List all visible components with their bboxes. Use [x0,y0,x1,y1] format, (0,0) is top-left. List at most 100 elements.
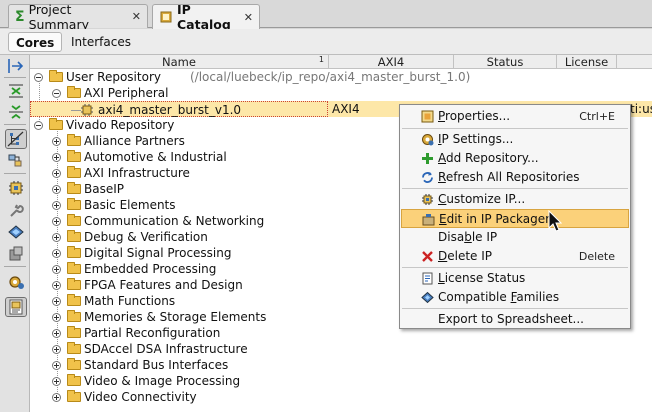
tree-label: BaseIP [84,182,124,196]
menu-item-delete-ip[interactable]: Delete IP Delete [401,247,629,266]
ip-settings-icon [422,134,434,146]
tree-row-user-repository[interactable]: User Repository (/local/luebeck/ip_repo/… [30,69,652,85]
menu-item-add-repository[interactable]: Add Repository... [401,149,629,168]
tab-ip-catalog[interactable]: IP Catalog ✕ [152,2,260,32]
folder-icon [67,230,81,242]
sigma-icon: Σ [15,8,25,25]
expand-toggle-icon[interactable] [52,217,61,226]
ip-core-icon [81,104,93,116]
menu-item-disable-ip[interactable]: Disable IP [401,228,629,247]
column-header-license[interactable]: License [557,55,617,69]
collapse-toggle-icon[interactable] [52,89,61,98]
folder-icon [67,262,81,274]
expand-toggle-icon[interactable] [52,153,61,162]
folder-icon [67,182,81,194]
menu-item-compatible-families[interactable]: Compatible Families [401,288,629,307]
expand-toggle-icon[interactable] [52,137,61,146]
folder-icon [67,374,81,386]
expand-toggle-icon[interactable] [52,169,61,178]
package-icon[interactable] [6,245,26,263]
expand-toggle-icon[interactable] [52,233,61,242]
tree-row-axi-peripheral[interactable]: AXI Peripheral [30,85,652,101]
license-cell: ti:us [630,102,652,116]
menu-accelerator: Ctrl+E [579,110,615,123]
folder-icon [67,390,81,402]
expand-toggle-icon[interactable] [52,313,61,322]
tab-label: Project Summary [28,1,89,32]
ip-details-icon[interactable] [5,297,27,317]
tree-label: Basic Elements [84,198,176,212]
tab-label: IP Catalog [177,2,231,32]
collapse-all-icon[interactable] [6,57,26,75]
group-icon[interactable] [6,152,26,170]
tab-project-summary[interactable]: Σ Project Summary ✕ [8,2,148,32]
tree-label: Math Functions [84,294,176,308]
folder-icon [67,166,81,178]
expand-toggle-icon[interactable] [52,393,61,402]
menu-item-properties[interactable]: Properties... Ctrl+E [401,107,629,126]
wrench-icon[interactable] [6,201,26,219]
tree-label: Video & Image Processing [84,374,241,388]
expand-toggle-icon[interactable] [52,201,61,210]
menu-item-customize-ip[interactable]: Customize IP... [401,190,629,209]
menu-item-export-to-spreadsheet[interactable]: Export to Spreadsheet... [401,310,629,329]
tree-row-selected-ip[interactable]: axi4_master_burst_v1.0 [30,101,328,117]
column-header-status[interactable]: Status [454,55,557,69]
close-icon[interactable]: ✕ [244,11,253,24]
folder-icon [67,358,81,370]
menu-item-refresh-all-repositories[interactable]: Refresh All Repositories [401,168,629,187]
expand-toggle-icon[interactable] [52,377,61,386]
folder-icon [67,134,81,146]
tree-label: Digital Signal Processing [84,246,232,260]
folder-icon [67,342,81,354]
tree-row-category[interactable]: SDAccel DSA Infrastructure [30,341,652,357]
packager-icon [422,214,435,226]
tree-label: Vivado Repository [66,118,175,132]
add-icon [422,153,433,164]
tab-cores[interactable]: Cores [8,32,63,52]
expand-toggle-icon[interactable] [52,265,61,274]
expand-toggle-icon[interactable] [52,329,61,338]
close-icon[interactable]: ✕ [132,10,141,23]
expand-toggle-icon[interactable] [52,345,61,354]
expand-all-icon[interactable] [6,82,26,100]
folder-icon [49,118,63,130]
axi4-cell: AXI4 [332,102,360,116]
settings-gear-icon[interactable] [6,273,26,291]
tree-label: Video Connectivity [84,390,197,404]
folder-icon [49,70,63,82]
tree-row-category[interactable]: Video Connectivity [30,389,652,405]
tree-label: Communication & Networking [84,214,265,228]
collapse-toggle-icon[interactable] [34,121,43,130]
customize-icon [422,194,433,205]
tree-label: Standard Bus Interfaces [84,358,229,372]
menu-item-ip-settings[interactable]: IP Settings... [401,130,629,149]
column-header-axi4[interactable]: AXI4 [329,55,454,69]
tree-label: axi4_master_burst_v1.0 [98,103,242,117]
folder-icon [67,198,81,210]
tree-row-category[interactable]: Video & Image Processing [30,373,652,389]
expand-toggle-icon[interactable] [52,249,61,258]
expand-toggle-icon[interactable] [52,185,61,194]
compatible-families-icon[interactable] [6,223,26,241]
folder-icon [67,150,81,162]
tree-label: AXI Infrastructure [84,166,190,180]
column-header-name[interactable]: Name 1 [30,55,329,69]
sort-order-indicator: 1 [318,55,324,64]
tab-interfaces[interactable]: Interfaces [64,32,138,52]
expand-toggle-icon[interactable] [52,361,61,370]
menu-accelerator: Delete [578,250,615,263]
tree-label: Partial Reconfiguration [84,326,221,340]
tree-label: Automotive & Industrial [84,150,227,164]
expand-toggle-icon[interactable] [52,281,61,290]
menu-item-license-status[interactable]: License Status [401,269,629,288]
expand-toggle-icon[interactable] [52,297,61,306]
context-menu: Properties... Ctrl+E IP Settings... Add … [399,104,631,329]
collapse-toggle-icon[interactable] [34,73,43,82]
tree-row-category[interactable]: Standard Bus Interfaces [30,357,652,373]
hierarchy-view-icon[interactable] [5,129,27,149]
tree-label: Alliance Partners [84,134,185,148]
collapse-tree-icon[interactable] [6,103,26,121]
customize-ip-icon[interactable] [6,179,26,197]
menu-item-edit-in-ip-packager[interactable]: Edit in IP Packager [401,209,629,228]
